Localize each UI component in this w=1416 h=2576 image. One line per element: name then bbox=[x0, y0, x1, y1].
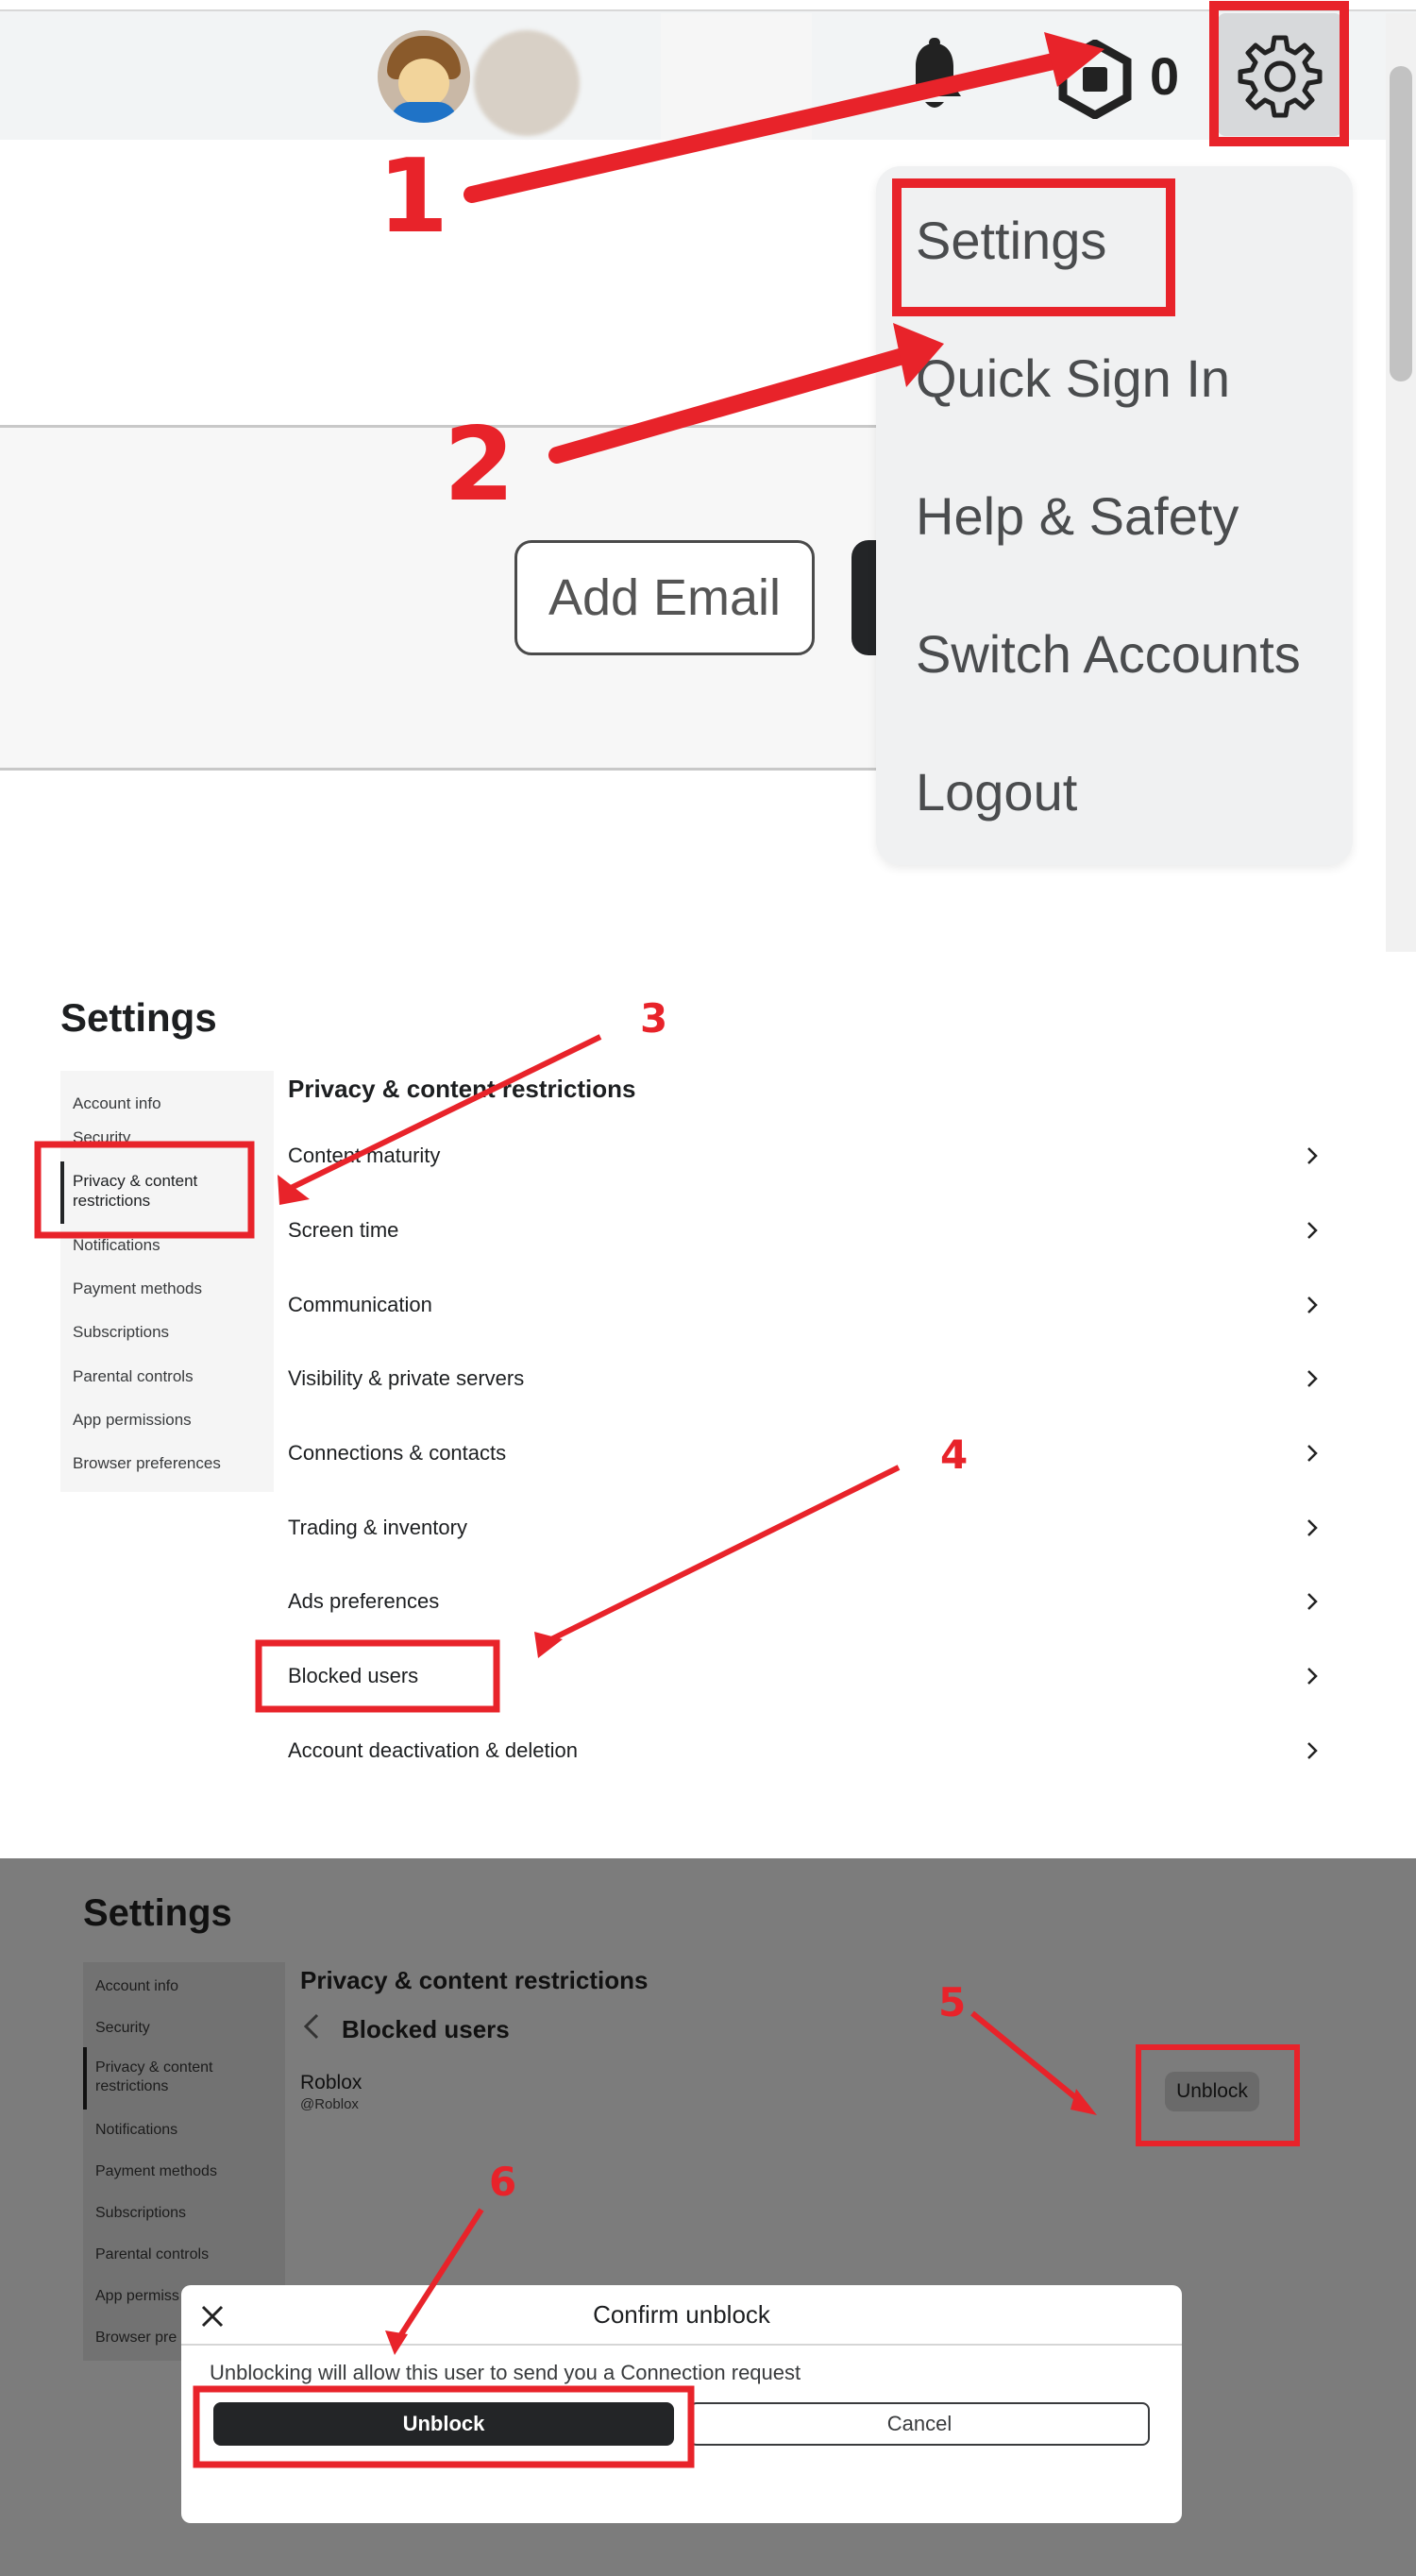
dialog-divider bbox=[181, 2344, 1182, 2346]
row-visibility[interactable]: Visibility & private servers bbox=[288, 1356, 1322, 1401]
menu-item-switch-accounts[interactable]: Switch Accounts bbox=[916, 623, 1301, 685]
sidebar-item-notifications[interactable]: Notifications bbox=[95, 2121, 177, 2140]
secondary-avatar[interactable] bbox=[474, 30, 580, 136]
chevron-right-icon bbox=[1307, 1296, 1318, 1313]
chevron-right-icon bbox=[1307, 1742, 1318, 1759]
header-dropdown-panel: 0 Add Email Settings Quick Sign In Help … bbox=[0, 0, 1416, 952]
sidebar-item-notifications[interactable]: Notifications bbox=[73, 1235, 160, 1255]
sidebar-item-security[interactable]: Security bbox=[73, 1127, 130, 1147]
robux-icon[interactable] bbox=[1055, 40, 1135, 119]
dialog-message: Unblocking will allow this user to send … bbox=[210, 2361, 801, 2384]
back-arrow-icon[interactable] bbox=[300, 2011, 323, 2042]
blocked-users-panel: Settings Account info Security Privacy &… bbox=[0, 1858, 1416, 2576]
cancel-button[interactable]: Cancel bbox=[689, 2402, 1150, 2446]
row-trading[interactable]: Trading & inventory bbox=[288, 1505, 1322, 1551]
sidebar-active-indicator bbox=[60, 1161, 64, 1224]
gear-icon bbox=[1238, 35, 1323, 118]
row-content-maturity[interactable]: Content maturity bbox=[288, 1133, 1322, 1178]
row-label: Visibility & private servers bbox=[288, 1366, 525, 1390]
redacted-area bbox=[661, 13, 812, 140]
robux-balance: 0 bbox=[1150, 46, 1180, 106]
sidebar-item-app-permissions[interactable]: App permiss bbox=[95, 2287, 179, 2306]
chevron-right-icon bbox=[1307, 1668, 1318, 1685]
sidebar-item-payment-methods[interactable]: Payment methods bbox=[73, 1279, 202, 1298]
sidebar-item-browser-preferences[interactable]: Browser pre bbox=[95, 2329, 177, 2347]
chevron-right-icon bbox=[1307, 1370, 1318, 1387]
row-label: Ads preferences bbox=[288, 1589, 440, 1613]
row-label: Communication bbox=[288, 1293, 432, 1316]
sidebar-active-indicator bbox=[83, 2047, 87, 2110]
blocked-user-name: Roblox bbox=[300, 2072, 362, 2093]
row-label: Screen time bbox=[288, 1218, 399, 1242]
chevron-right-icon bbox=[1307, 1593, 1318, 1610]
sidebar-item-privacy[interactable]: Privacy & content restrictions bbox=[73, 1171, 224, 1211]
privacy-settings-panel: Settings Account info Security Privacy &… bbox=[0, 952, 1416, 1858]
row-label: Connections & contacts bbox=[288, 1441, 507, 1465]
sidebar-item-browser-preferences[interactable]: Browser preferences bbox=[73, 1453, 221, 1473]
sidebar-item-payment-methods[interactable]: Payment methods bbox=[95, 2162, 217, 2181]
menu-item-quick-sign-in[interactable]: Quick Sign In bbox=[916, 347, 1230, 409]
sidebar-item-subscriptions[interactable]: Subscriptions bbox=[73, 1322, 169, 1342]
scrollbar-thumb[interactable] bbox=[1390, 66, 1412, 381]
sidebar-item-security[interactable]: Security bbox=[95, 2019, 150, 2038]
row-label: Content maturity bbox=[288, 1144, 441, 1167]
settings-gear-button[interactable] bbox=[1218, 13, 1342, 136]
section-heading: Privacy & content restrictions bbox=[300, 1966, 649, 1994]
blocked-users-title: Blocked users bbox=[342, 2015, 510, 2043]
page-title: Settings bbox=[83, 1892, 232, 1934]
chevron-right-icon bbox=[1307, 1222, 1318, 1239]
chevron-right-icon bbox=[1307, 1445, 1318, 1462]
row-ads-preferences[interactable]: Ads preferences bbox=[288, 1579, 1322, 1624]
section-heading: Privacy & content restrictions bbox=[288, 1075, 636, 1103]
row-screen-time[interactable]: Screen time bbox=[288, 1208, 1322, 1253]
menu-item-logout[interactable]: Logout bbox=[916, 761, 1077, 822]
page-title: Settings bbox=[60, 995, 217, 1040]
sidebar-item-parental-controls[interactable]: Parental controls bbox=[73, 1366, 194, 1386]
confirm-unblock-button[interactable]: Unblock bbox=[213, 2402, 674, 2446]
sidebar-item-account-info[interactable]: Account info bbox=[73, 1093, 161, 1113]
row-label: Blocked users bbox=[288, 1664, 419, 1687]
sidebar-item-parental-controls[interactable]: Parental controls bbox=[95, 2246, 209, 2264]
sidebar-item-app-permissions[interactable]: App permissions bbox=[73, 1410, 192, 1430]
chevron-right-icon bbox=[1307, 1519, 1318, 1536]
row-label: Account deactivation & deletion bbox=[288, 1738, 578, 1762]
dialog-title: Confirm unblock bbox=[593, 2300, 770, 2329]
add-email-button[interactable]: Add Email bbox=[514, 540, 815, 655]
unblock-user-button[interactable]: Unblock bbox=[1165, 2072, 1259, 2111]
sidebar-item-account-info[interactable]: Account info bbox=[95, 1977, 178, 1996]
sidebar-item-privacy[interactable]: Privacy & content restrictions bbox=[95, 2059, 246, 2096]
bell-icon[interactable] bbox=[904, 38, 965, 113]
row-label: Trading & inventory bbox=[288, 1516, 467, 1539]
row-communication[interactable]: Communication bbox=[288, 1282, 1322, 1328]
menu-item-help-safety[interactable]: Help & Safety bbox=[916, 485, 1239, 547]
user-avatar[interactable] bbox=[378, 30, 470, 123]
row-blocked-users[interactable]: Blocked users bbox=[288, 1653, 1322, 1699]
row-account-deactivation[interactable]: Account deactivation & deletion bbox=[288, 1728, 1322, 1773]
chevron-right-icon bbox=[1307, 1147, 1318, 1164]
sidebar-item-subscriptions[interactable]: Subscriptions bbox=[95, 2204, 186, 2223]
menu-item-settings[interactable]: Settings bbox=[916, 210, 1106, 271]
blocked-user-handle: @Roblox bbox=[300, 2096, 359, 2112]
row-connections[interactable]: Connections & contacts bbox=[288, 1431, 1322, 1476]
